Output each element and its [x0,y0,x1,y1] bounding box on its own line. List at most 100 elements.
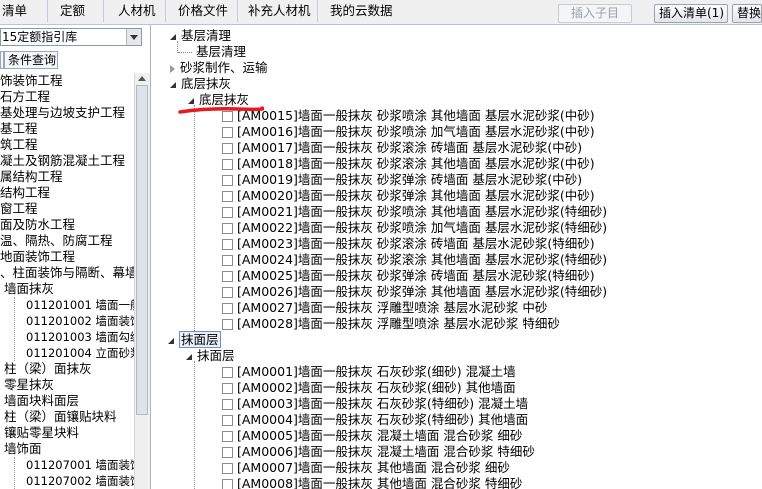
item-checkbox[interactable] [222,479,233,489]
tree-item[interactable]: 窗工程 [0,201,38,217]
tree-node-finish-layer-child[interactable]: 抹面层 [186,348,235,364]
expanded-triangle-icon[interactable] [168,337,174,344]
tree-item[interactable]: 温、隔热、防腐工程 [0,233,113,249]
scrollbar-thumb[interactable] [136,85,148,415]
tree-item[interactable]: 011201004 立面砂浆 [26,345,134,361]
tree-item[interactable]: 镶贴零星块料 [4,425,79,441]
tree-item[interactable]: 、柱面装饰与隔断、幕墙 [0,265,134,281]
item-checkbox[interactable] [222,447,233,458]
tab-condition-query[interactable]: 条件查询 [4,51,58,69]
tree-item[interactable]: 011201001 墙面一般 [26,297,134,313]
item-checkbox[interactable] [222,143,233,154]
tree-item[interactable]: 石方工程 [0,89,50,105]
tree-item[interactable]: 筑工程 [0,137,38,153]
left-panel: 15定额指引库 条件查询 饰装饰工程 石方工程 基处理与边坡支护工程 基工程 筑… [0,25,151,489]
collapsed-triangle-icon[interactable] [170,64,175,73]
tree-node-base-clean[interactable]: 基层清理 [170,28,231,44]
item-checkbox[interactable] [222,319,233,330]
tree-item[interactable]: 零星抹灰 [4,377,54,393]
tree-item[interactable]: 饰装饰工程 [0,73,63,89]
item-checkbox[interactable] [222,367,233,378]
tree-item[interactable]: 面及防水工程 [0,217,75,233]
insert-list-button[interactable]: 插入清单(1) [654,4,728,23]
tree-item[interactable]: 墙饰面 [4,441,42,457]
tree-item[interactable]: 基处理与边坡支护工程 [0,105,125,121]
expanded-triangle-icon[interactable] [188,97,194,104]
tree-guide-line [14,297,15,361]
item-checkbox[interactable] [222,287,233,298]
item-checkbox[interactable] [222,127,233,138]
replace-button[interactable]: 替换 [732,4,762,23]
quota-item[interactable]: [AM0004]墙面一般抹灰 石灰砂浆(特细砂) 其他墙面 [222,412,528,428]
tree-item[interactable]: 墙面块料面层 [4,393,79,409]
scroll-up-icon[interactable] [138,76,146,81]
expanded-triangle-icon[interactable] [170,33,176,40]
quota-item[interactable]: [AM0001]墙面一般抹灰 石灰砂浆(细砂) 混凝土墙 [222,364,516,380]
item-checkbox[interactable] [222,399,233,410]
quota-item[interactable]: [AM0008]墙面一般抹灰 其他墙面 混合砂浆 特细砂 [222,476,522,489]
tree-item[interactable]: 柱（梁）面镶贴块料 [4,409,117,425]
tab-price-file[interactable]: 价格文件 [176,0,238,22]
quota-item[interactable]: [AM0003]墙面一般抹灰 石灰砂浆(特细砂) 混凝土墙 [222,396,528,412]
library-select[interactable]: 15定额指引库 [0,28,142,46]
tree-item[interactable]: 属结构工程 [0,169,63,185]
item-checkbox[interactable] [222,415,233,426]
quota-item[interactable]: [AM0023]墙面一般抹灰 砂浆滚涂 砖墙面 基层水泥砂浆(特细砂) [222,236,595,252]
item-checkbox[interactable] [222,159,233,170]
item-checkbox[interactable] [222,271,233,282]
quota-item[interactable]: [AM0022]墙面一般抹灰 砂浆喷涂 加气墙面 基层水泥砂浆(特细砂) [222,220,607,236]
item-checkbox[interactable] [222,255,233,266]
item-checkbox[interactable] [222,383,233,394]
tree-item[interactable]: 柱（梁）面抹灰 [4,361,92,377]
quota-item[interactable]: [AM0017]墙面一般抹灰 砂浆滚涂 砖墙面 基层水泥砂浆(中砂) [222,140,582,156]
tab-my-cloud-data[interactable]: 我的云数据 [328,0,398,22]
item-checkbox[interactable] [222,463,233,474]
insert-child-button[interactable]: 插入子目 [558,4,632,23]
item-checkbox[interactable] [222,207,233,218]
tree-node-mortar[interactable]: 砂浆制作、运输 [170,60,268,76]
quota-item[interactable]: [AM0025]墙面一般抹灰 砂浆弹涂 砖墙面 基层水泥砂浆(特细砂) [222,268,595,284]
tree-connector [178,52,192,53]
expanded-triangle-icon[interactable] [186,353,192,360]
tree-leaf-base-clean[interactable]: 基层清理 [178,44,246,60]
item-checkbox[interactable] [222,303,233,314]
tab-list[interactable]: 清单 [0,0,48,22]
tree-item[interactable]: 基工程 [0,121,38,137]
tab-materials[interactable]: 人材机 [116,0,166,22]
quota-item[interactable]: [AM0005]墙面一般抹灰 混凝土墙面 混合砂浆 细砂 [222,428,522,444]
tab-supplement-materials[interactable]: 补充人材机 [246,0,318,22]
quota-item[interactable]: [AM0028]墙面一般抹灰 浮雕型喷涂 基层水泥砂浆 特细砂 [222,316,560,332]
item-checkbox[interactable] [222,431,233,442]
tree-item[interactable]: 011201003 墙面勾缝 [26,329,134,345]
tree-node-bottom-plaster[interactable]: 底层抹灰 [170,76,231,92]
tree-item[interactable]: 011207002 墙面装饰 [26,473,134,489]
item-checkbox[interactable] [222,223,233,234]
quota-item[interactable]: [AM0018]墙面一般抹灰 砂浆滚涂 其他墙面 基层水泥砂浆(中砂) [222,156,595,172]
quota-item[interactable]: [AM0020]墙面一般抹灰 砂浆弹涂 其他墙面 基层水泥砂浆(中砂) [222,188,595,204]
quota-item[interactable]: [AM0024]墙面一般抹灰 砂浆滚涂 其他墙面 基层水泥砂浆(特细砂) [222,252,607,268]
item-checkbox[interactable] [222,191,233,202]
tree-item[interactable]: 墙面抹灰 [4,281,54,297]
tree-node-finish-layer[interactable]: 抹面层 [168,331,221,348]
quota-item[interactable]: [AM0026]墙面一般抹灰 砂浆弹涂 其他墙面 基层水泥砂浆(特细砂) [222,284,607,300]
tree-item[interactable]: 011201002 墙面装饰 [26,313,134,329]
quota-item[interactable]: [AM0016]墙面一般抹灰 砂浆喷涂 加气墙面 基层水泥砂浆(中砂) [222,124,595,140]
tree-item[interactable]: 011207001 墙面装饰 [26,457,134,473]
quota-item[interactable]: [AM0019]墙面一般抹灰 砂浆弹涂 砖墙面 基层水泥砂浆(中砂) [222,172,582,188]
item-checkbox[interactable] [222,239,233,250]
quota-item[interactable]: [AM0002]墙面一般抹灰 石灰砂浆(细砂) 其他墙面 [222,380,516,396]
tree-item[interactable]: 凝土及钢筋混凝土工程 [0,153,125,169]
tree-guide-line [194,361,195,489]
tab-quota[interactable]: 定额 [58,0,104,22]
item-checkbox[interactable] [222,175,233,186]
quota-item[interactable]: [AM0027]墙面一般抹灰 浮雕型喷涂 基层水泥砂浆 中砂 [222,300,547,316]
quota-item[interactable]: [AM0006]墙面一般抹灰 混凝土墙面 混合砂浆 特细砂 [222,444,535,460]
quota-item[interactable]: [AM0015]墙面一般抹灰 砂浆喷涂 其他墙面 基层水泥砂浆(中砂) [222,108,595,124]
quota-item[interactable]: [AM0007]墙面一般抹灰 其他墙面 混合砂浆 细砂 [222,460,510,476]
quota-item[interactable]: [AM0021]墙面一般抹灰 砂浆喷涂 其他墙面 基层水泥砂浆(特细砂) [222,204,607,220]
chevron-down-icon[interactable] [126,29,141,45]
tree-item[interactable]: 地面装饰工程 [0,249,75,265]
tree-item[interactable]: 结构工程 [0,185,50,201]
expanded-triangle-icon[interactable] [170,81,176,88]
left-scrollbar[interactable] [134,73,150,489]
